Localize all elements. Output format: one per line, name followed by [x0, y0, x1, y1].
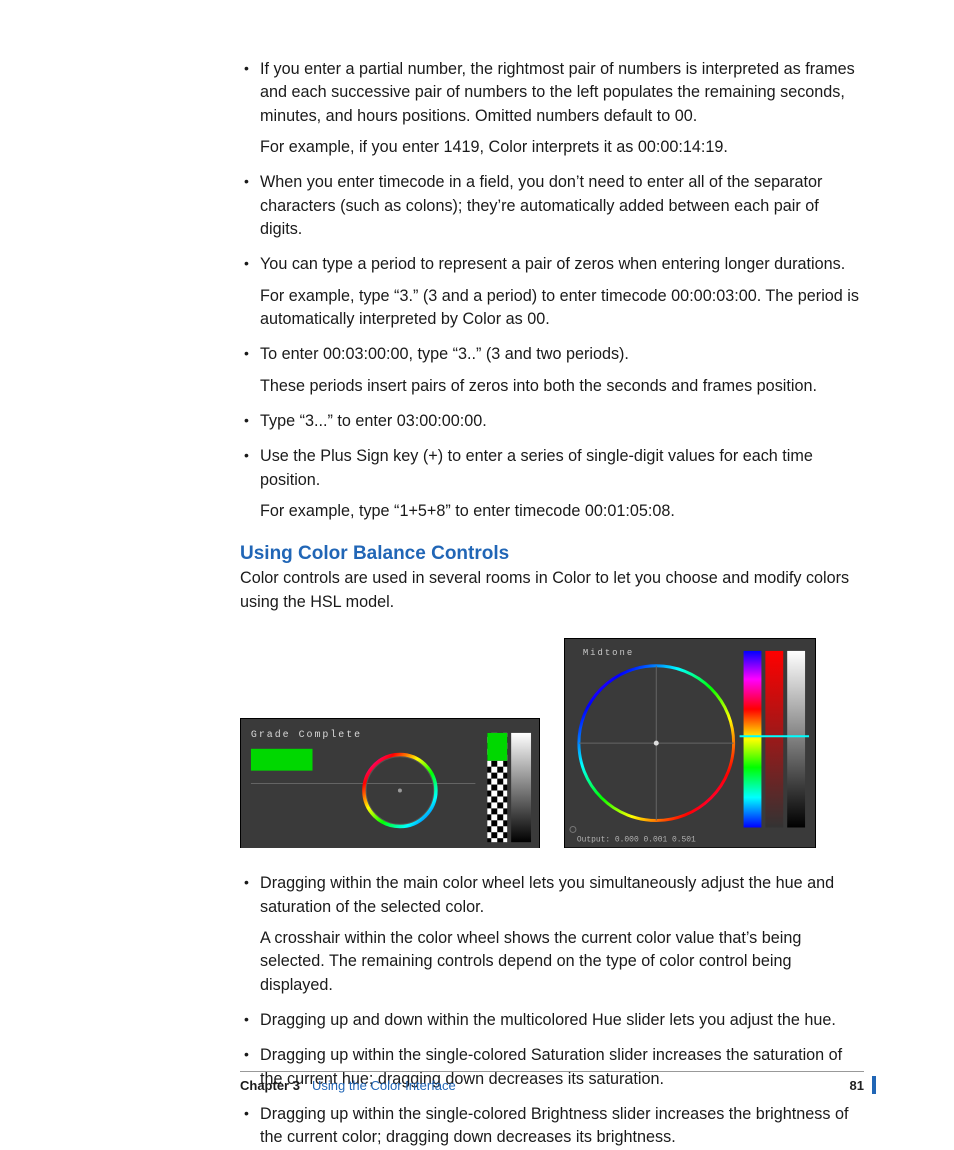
bullet-text: When you enter timecode in a field, you … — [260, 173, 822, 238]
page-footer: Chapter 3 Using the Color Interface 81 — [240, 1071, 864, 1093]
bullet-sub: For example, if you enter 1419, Color in… — [260, 136, 864, 159]
bullet-text: You can type a period to represent a pai… — [260, 255, 845, 273]
list-item: Dragging within the main color wheel let… — [240, 872, 864, 997]
page-number: 81 — [850, 1078, 864, 1093]
section-heading: Using Color Balance Controls — [240, 543, 864, 565]
chapter-label: Chapter 3 — [240, 1078, 300, 1093]
list-item: Type “3...” to enter 03:00:00:00. — [240, 410, 864, 433]
bullet-text: Dragging up and down within the multicol… — [260, 1011, 836, 1029]
bullet-text: Dragging up within the single-colored Br… — [260, 1105, 848, 1146]
output-readout: Output: 0.000 0.001 0.501 — [577, 836, 696, 845]
swatch-green — [251, 749, 313, 771]
hue-slider — [744, 651, 762, 828]
bullet-sub: These periods insert pairs of zeros into… — [260, 375, 864, 398]
bullet-list-bottom: Dragging within the main color wheel let… — [240, 872, 864, 1149]
brightness-slider — [787, 651, 805, 828]
bullet-text: To enter 00:03:00:00, type “3..” (3 and … — [260, 345, 629, 363]
color-wheel-icon — [579, 666, 734, 821]
bullet-sub: For example, type “1+5+8” to enter timec… — [260, 500, 864, 523]
bullet-sub: For example, type “3.” (3 and a period) … — [260, 285, 864, 332]
chapter-title: Using the Color Interface — [312, 1078, 850, 1093]
section-intro: Color controls are used in several rooms… — [240, 567, 864, 614]
figure-row: Grade Complete — [240, 638, 864, 848]
bullet-text: Use the Plus Sign key (+) to enter a ser… — [260, 447, 813, 488]
fig-label: Midtone — [583, 648, 634, 658]
fig-label: Grade Complete — [251, 729, 362, 740]
list-item: Dragging up and down within the multicol… — [240, 1009, 864, 1032]
bullet-list-top: If you enter a partial number, the right… — [240, 58, 864, 523]
list-item: Dragging up within the single-colored Br… — [240, 1103, 864, 1150]
list-item: Use the Plus Sign key (+) to enter a ser… — [240, 445, 864, 523]
saturation-slider — [765, 651, 783, 828]
brightness-slider — [511, 733, 531, 842]
list-item: You can type a period to represent a pai… — [240, 253, 864, 331]
figure-midtone: Midtone — [564, 638, 816, 848]
figure-grade-complete: Grade Complete — [240, 718, 540, 848]
bullet-text: Type “3...” to enter 03:00:00:00. — [260, 412, 487, 430]
bullet-text: If you enter a partial number, the right… — [260, 60, 855, 125]
page-accent-bar — [872, 1076, 876, 1094]
list-item: To enter 00:03:00:00, type “3..” (3 and … — [240, 343, 864, 398]
bullet-text: Dragging within the main color wheel let… — [260, 874, 834, 915]
bullet-sub: A crosshair within the color wheel shows… — [260, 927, 864, 997]
list-item: When you enter timecode in a field, you … — [240, 171, 864, 241]
list-item: If you enter a partial number, the right… — [240, 58, 864, 159]
